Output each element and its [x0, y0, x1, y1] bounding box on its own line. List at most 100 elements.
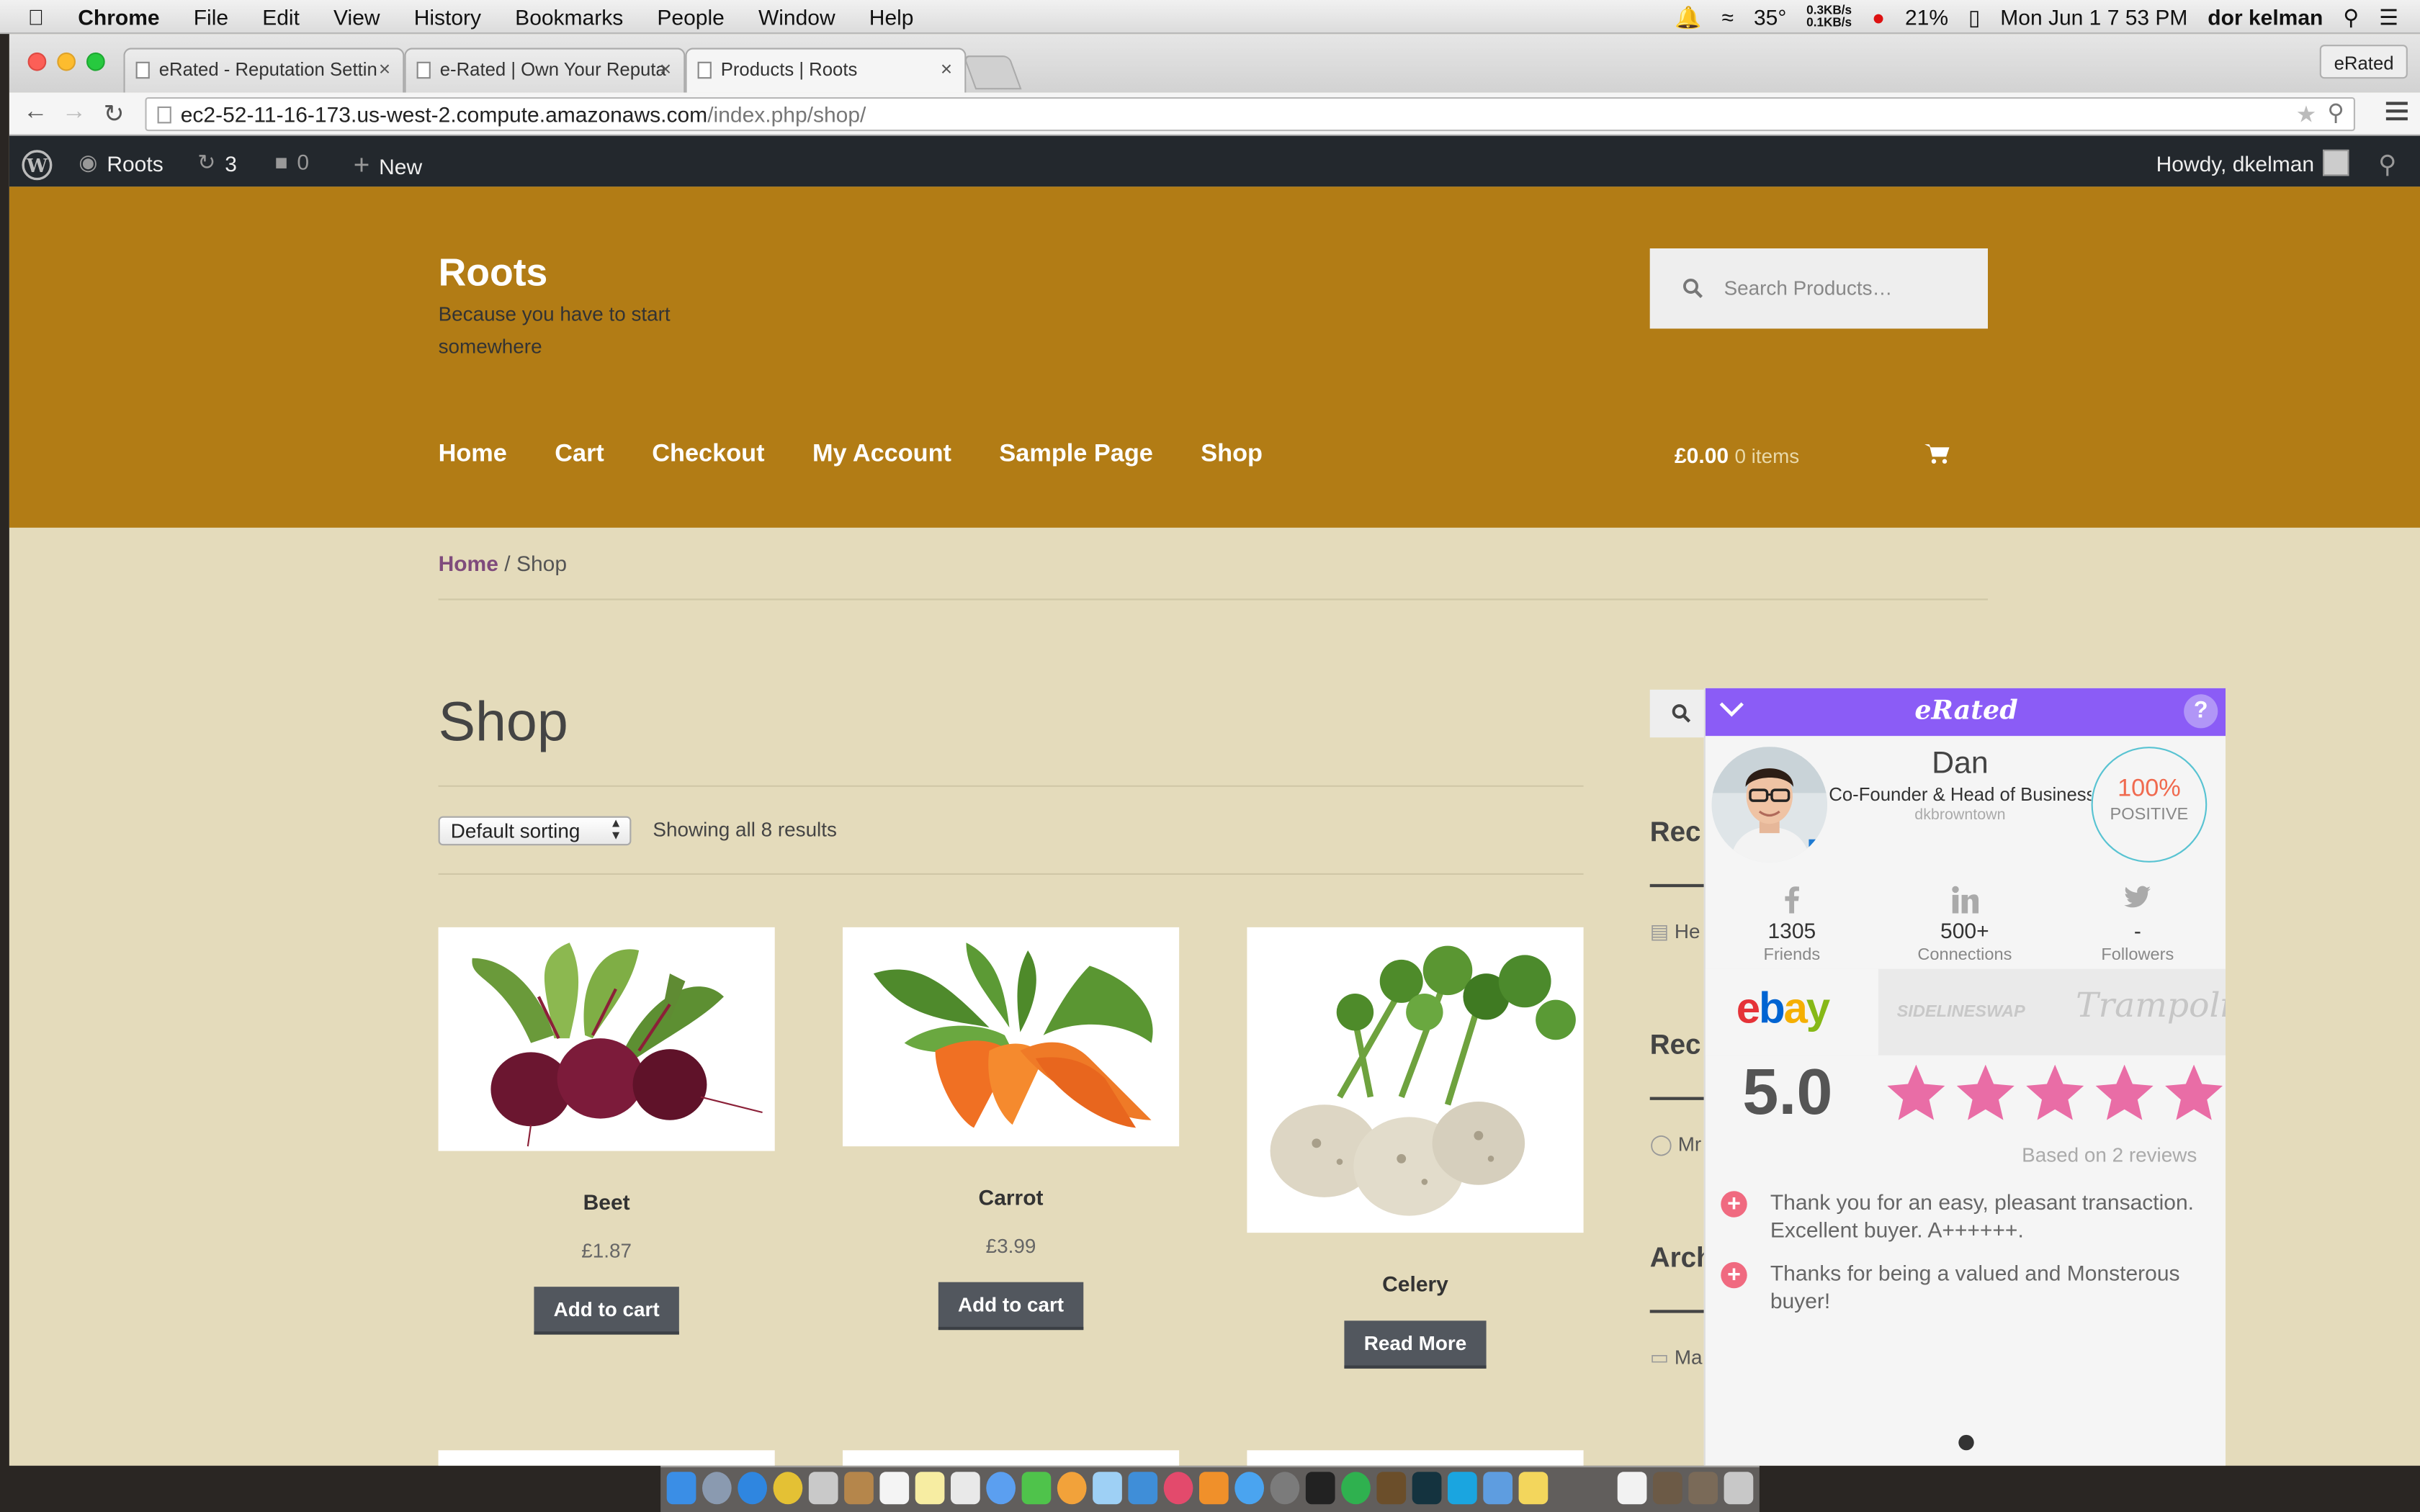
photos-icon[interactable]: [1057, 1472, 1087, 1505]
notes-icon[interactable]: [915, 1472, 945, 1505]
spotify-icon[interactable]: [1341, 1472, 1371, 1505]
read-more-button[interactable]: Read More: [1343, 1320, 1487, 1369]
address-bar[interactable]: ec2-52-11-16-173.us-west-2.compute.amazo…: [145, 97, 2356, 132]
nav-sample-page[interactable]: Sample Page: [999, 441, 1152, 469]
app-menu[interactable]: Chrome: [78, 4, 159, 28]
sequel-icon[interactable]: [1376, 1472, 1407, 1505]
zoom-icon[interactable]: ⚲: [2327, 99, 2344, 126]
battery-icon[interactable]: ▯: [1968, 4, 1981, 30]
close-tab-icon[interactable]: ×: [379, 57, 390, 80]
product-name[interactable]: Celery: [1247, 1272, 1583, 1296]
new-tab-button[interactable]: [963, 55, 1022, 90]
safari-icon[interactable]: [738, 1472, 767, 1505]
carrot-image[interactable]: [843, 927, 1180, 1147]
notification-center-icon[interactable]: ☰: [2379, 4, 2398, 30]
itunes-icon[interactable]: [1163, 1472, 1193, 1505]
new-content-link[interactable]: + New: [354, 150, 422, 182]
activity-monitor-icon[interactable]: [1412, 1472, 1442, 1505]
facetime-icon[interactable]: [1021, 1472, 1052, 1505]
sidelineswap-logo[interactable]: SIDELINESWAP: [1897, 1003, 2025, 1022]
calculator-icon[interactable]: [1483, 1472, 1512, 1505]
wifi-icon[interactable]: ≈: [1722, 4, 1734, 29]
tab-erated-home[interactable]: e-Rated | Own Your Reputa ×: [404, 48, 686, 93]
apple-icon[interactable]: : [28, 4, 45, 28]
notification-icon[interactable]: 🔔: [1675, 4, 1701, 30]
calendar-icon[interactable]: [879, 1472, 910, 1505]
nav-my-account[interactable]: My Account: [812, 441, 951, 469]
messages-icon[interactable]: [986, 1472, 1016, 1505]
finder-icon[interactable]: [666, 1472, 696, 1505]
cart-icon[interactable]: [1924, 443, 1950, 464]
contacts-icon[interactable]: [844, 1472, 874, 1505]
folder-stack-icon[interactable]: [1653, 1472, 1682, 1505]
my-account-link[interactable]: Howdy, dkelman: [2156, 149, 2350, 176]
app-store-icon[interactable]: [1234, 1472, 1264, 1505]
site-link[interactable]: ◉ Roots: [79, 150, 163, 176]
wordpress-logo-icon[interactable]: W: [22, 150, 53, 181]
updates-link[interactable]: ↻ 3: [197, 150, 237, 176]
menu-history[interactable]: History: [414, 4, 481, 28]
spotlight-icon[interactable]: ⚲: [2343, 4, 2359, 30]
facebook-stat[interactable]: 1305 Friends: [1706, 886, 1878, 964]
menu-edit[interactable]: Edit: [262, 4, 300, 28]
product-name[interactable]: Carrot: [843, 1185, 1179, 1210]
forward-icon[interactable]: →: [62, 99, 86, 127]
stickies-icon[interactable]: [1518, 1472, 1549, 1505]
help-icon[interactable]: ?: [2184, 694, 2218, 729]
menu-window[interactable]: Window: [758, 4, 835, 28]
menu-view[interactable]: View: [333, 4, 380, 28]
record-icon[interactable]: ●: [1872, 4, 1885, 29]
system-preferences-icon[interactable]: [1270, 1472, 1300, 1505]
keynote-icon[interactable]: [1128, 1472, 1158, 1505]
tab-erated-settings[interactable]: eRated - Reputation Settin ×: [123, 48, 405, 93]
twitter-stat[interactable]: - Followers: [2051, 886, 2224, 964]
trash-icon[interactable]: [1724, 1472, 1754, 1505]
close-window-button[interactable]: [27, 52, 47, 71]
product-search-input[interactable]: Search Products…: [1649, 248, 1988, 329]
terminal-icon[interactable]: [1305, 1472, 1335, 1505]
menu-people[interactable]: People: [657, 4, 724, 28]
menu-bookmarks[interactable]: Bookmarks: [515, 4, 623, 28]
document-icon[interactable]: [1617, 1472, 1647, 1505]
celery-image[interactable]: [1247, 927, 1584, 1233]
header-cart[interactable]: £0.00 0 items: [1675, 443, 1799, 467]
mail-icon[interactable]: [808, 1472, 838, 1505]
numbers-icon[interactable]: [1093, 1472, 1122, 1505]
product-name[interactable]: Beet: [439, 1189, 775, 1214]
back-icon[interactable]: ←: [23, 99, 48, 127]
reminders-icon[interactable]: [951, 1472, 980, 1505]
chrome-icon[interactable]: [773, 1472, 803, 1505]
nav-home[interactable]: Home: [439, 441, 507, 469]
marketplace-tab-ebay[interactable]: ebay: [1705, 968, 1878, 1056]
chrome-menu-icon[interactable]: [2385, 102, 2408, 125]
menu-file[interactable]: File: [194, 4, 228, 28]
linkedin-stat[interactable]: 500+ Connections: [1878, 886, 2051, 964]
reload-icon[interactable]: ↻: [104, 99, 125, 130]
breadcrumb-home[interactable]: Home: [439, 551, 498, 575]
site-title[interactable]: Roots: [439, 251, 548, 296]
downloads-stack-icon[interactable]: [1688, 1472, 1718, 1505]
comments-link[interactable]: ■ 0: [274, 150, 309, 174]
tab-products-roots[interactable]: Products | Roots ×: [685, 48, 967, 93]
sidebar-search-button[interactable]: [1649, 689, 1712, 738]
zoom-window-button[interactable]: [86, 52, 105, 71]
menubar-user[interactable]: dor kelman: [2208, 4, 2323, 29]
nav-cart[interactable]: Cart: [555, 441, 604, 469]
menu-help[interactable]: Help: [869, 4, 914, 28]
skype-icon[interactable]: [1447, 1472, 1477, 1505]
close-tab-icon[interactable]: ×: [660, 57, 671, 80]
widget-item[interactable]: ▭ Ma: [1650, 1346, 1703, 1370]
sorting-select[interactable]: Default sorting ▲ ▼: [438, 816, 632, 846]
add-to-cart-button[interactable]: Add to cart: [533, 1287, 680, 1335]
launchpad-icon[interactable]: [702, 1472, 732, 1505]
nav-checkout[interactable]: Checkout: [652, 441, 764, 469]
trampoline-logo[interactable]: Trampoline: [2076, 987, 2226, 1026]
minimize-window-button[interactable]: [57, 52, 76, 71]
ibooks-icon[interactable]: [1199, 1472, 1229, 1505]
datetime[interactable]: Mon Jun 1 7 53 PM: [2000, 4, 2187, 29]
admin-search-icon[interactable]: ⚲: [2378, 150, 2396, 181]
profile-button[interactable]: eRated: [2320, 45, 2408, 79]
pager-dot[interactable]: [1958, 1434, 1974, 1451]
nav-shop[interactable]: Shop: [1201, 441, 1263, 469]
add-to-cart-button[interactable]: Add to cart: [938, 1282, 1084, 1331]
